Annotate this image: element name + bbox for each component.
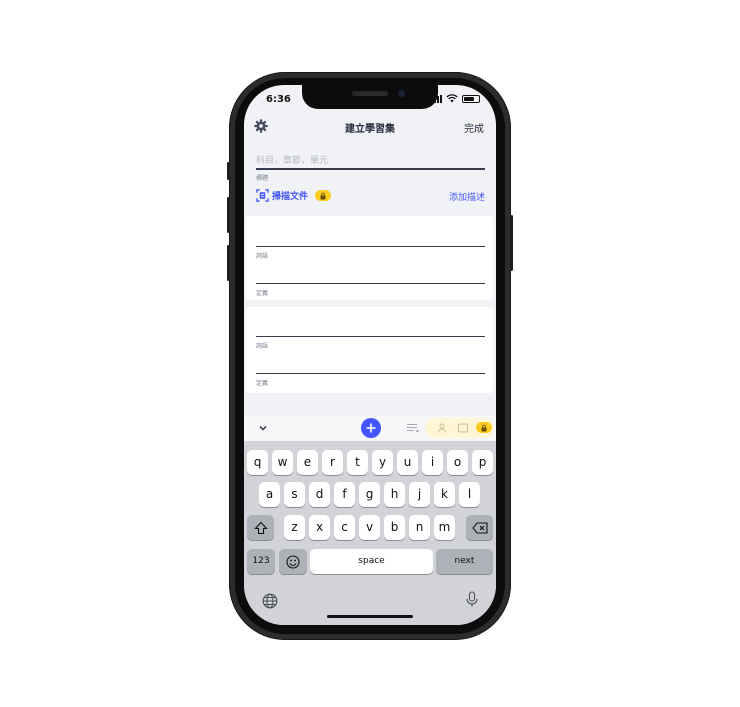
silent-switch [227,162,230,180]
term-input-2[interactable] [256,336,485,337]
key-e[interactable]: e [297,450,318,475]
key-j[interactable]: j [409,482,430,507]
numbers-key[interactable]: 123 [247,549,275,574]
key-p[interactable]: p [472,450,493,475]
plus-icon [366,423,376,433]
volume-up-button [227,197,230,233]
scan-icon [256,189,269,202]
volume-down-button [227,245,230,281]
stage: { "status": {"time": "6:36"}, "header": … [0,0,740,707]
lock-icon [320,192,326,199]
status-time: 6:36 [266,94,291,105]
chevron-down-icon[interactable] [258,423,268,433]
key-x[interactable]: x [309,515,330,540]
term-input-1[interactable] [256,246,485,247]
term-label-1: 詞語 [256,253,269,260]
add-card-button[interactable] [361,418,381,438]
top-bar: 建立學習集 完成 [244,113,496,139]
shift-icon [253,521,268,535]
scan-label: 掃描文件 [272,192,309,202]
definition-input-2[interactable] [256,373,485,374]
key-m[interactable]: m [434,515,455,540]
lock-icon [481,424,487,431]
notch [302,85,438,109]
shift-key[interactable] [247,515,274,540]
key-r[interactable]: r [322,450,343,475]
key-s[interactable]: s [284,482,305,507]
signal-icon [431,94,442,103]
microphone-icon[interactable] [464,591,480,607]
backspace-icon [471,522,488,534]
key-n[interactable]: n [409,515,430,540]
wifi-icon [446,94,458,103]
key-y[interactable]: y [372,450,393,475]
key-k[interactable]: k [434,482,455,507]
term-label-2: 詞語 [256,343,269,350]
key-t[interactable]: t [347,450,368,475]
format-icon[interactable] [407,423,419,433]
term-card-2: 詞語 定義 [246,307,493,393]
key-w[interactable]: w [272,450,293,475]
term-card-1: 詞語 定義 [246,216,493,300]
title-field-label: 標題 [256,175,269,182]
emoji-key[interactable] [279,549,307,574]
add-description-link[interactable]: 添加描述 [449,190,485,203]
definition-input-1[interactable] [256,283,485,284]
key-v[interactable]: v [359,515,380,540]
power-button [510,215,513,271]
key-g[interactable]: g [359,482,380,507]
key-a[interactable]: a [259,482,280,507]
key-i[interactable]: i [422,450,443,475]
key-h[interactable]: h [384,482,405,507]
key-l[interactable]: l [459,482,480,507]
front-camera [398,90,405,97]
key-u[interactable]: u [397,450,418,475]
status-icons [431,94,480,103]
title-underline [256,168,485,170]
key-b[interactable]: b [384,515,405,540]
emoji-icon [286,555,300,569]
premium-lock-badge [315,190,332,201]
battery-icon [462,94,480,103]
keyboard: q w e r t y u i o p a s d f g h j k l z … [244,441,496,625]
done-button[interactable]: 完成 [464,120,484,135]
scan-document-button[interactable]: 掃描文件 [256,189,332,202]
key-o[interactable]: o [447,450,468,475]
home-indicator[interactable] [327,615,413,618]
next-key[interactable]: next [436,549,493,574]
page-title: 建立學習集 [345,124,395,135]
person-icon [438,423,446,433]
space-key[interactable]: space [310,549,433,574]
key-f[interactable]: f [334,482,355,507]
title-input[interactable]: 科目，章節，單元 [256,153,328,166]
backspace-key[interactable] [466,515,493,540]
speaker [352,91,388,96]
definition-label-2: 定義 [256,380,269,387]
key-q[interactable]: q [247,450,268,475]
key-d[interactable]: d [309,482,330,507]
keyboard-toolbar [244,415,496,441]
image-icon [458,423,468,433]
definition-label-1: 定義 [256,290,269,297]
globe-icon[interactable] [262,593,278,609]
premium-lock-badge-toolbar [476,422,492,433]
phone-screen: 6:36 建立學習集 完成 科目，章節，單元 標題 掃描文件 添加描述 詞語 定… [244,85,496,625]
key-c[interactable]: c [334,515,355,540]
key-z[interactable]: z [284,515,305,540]
